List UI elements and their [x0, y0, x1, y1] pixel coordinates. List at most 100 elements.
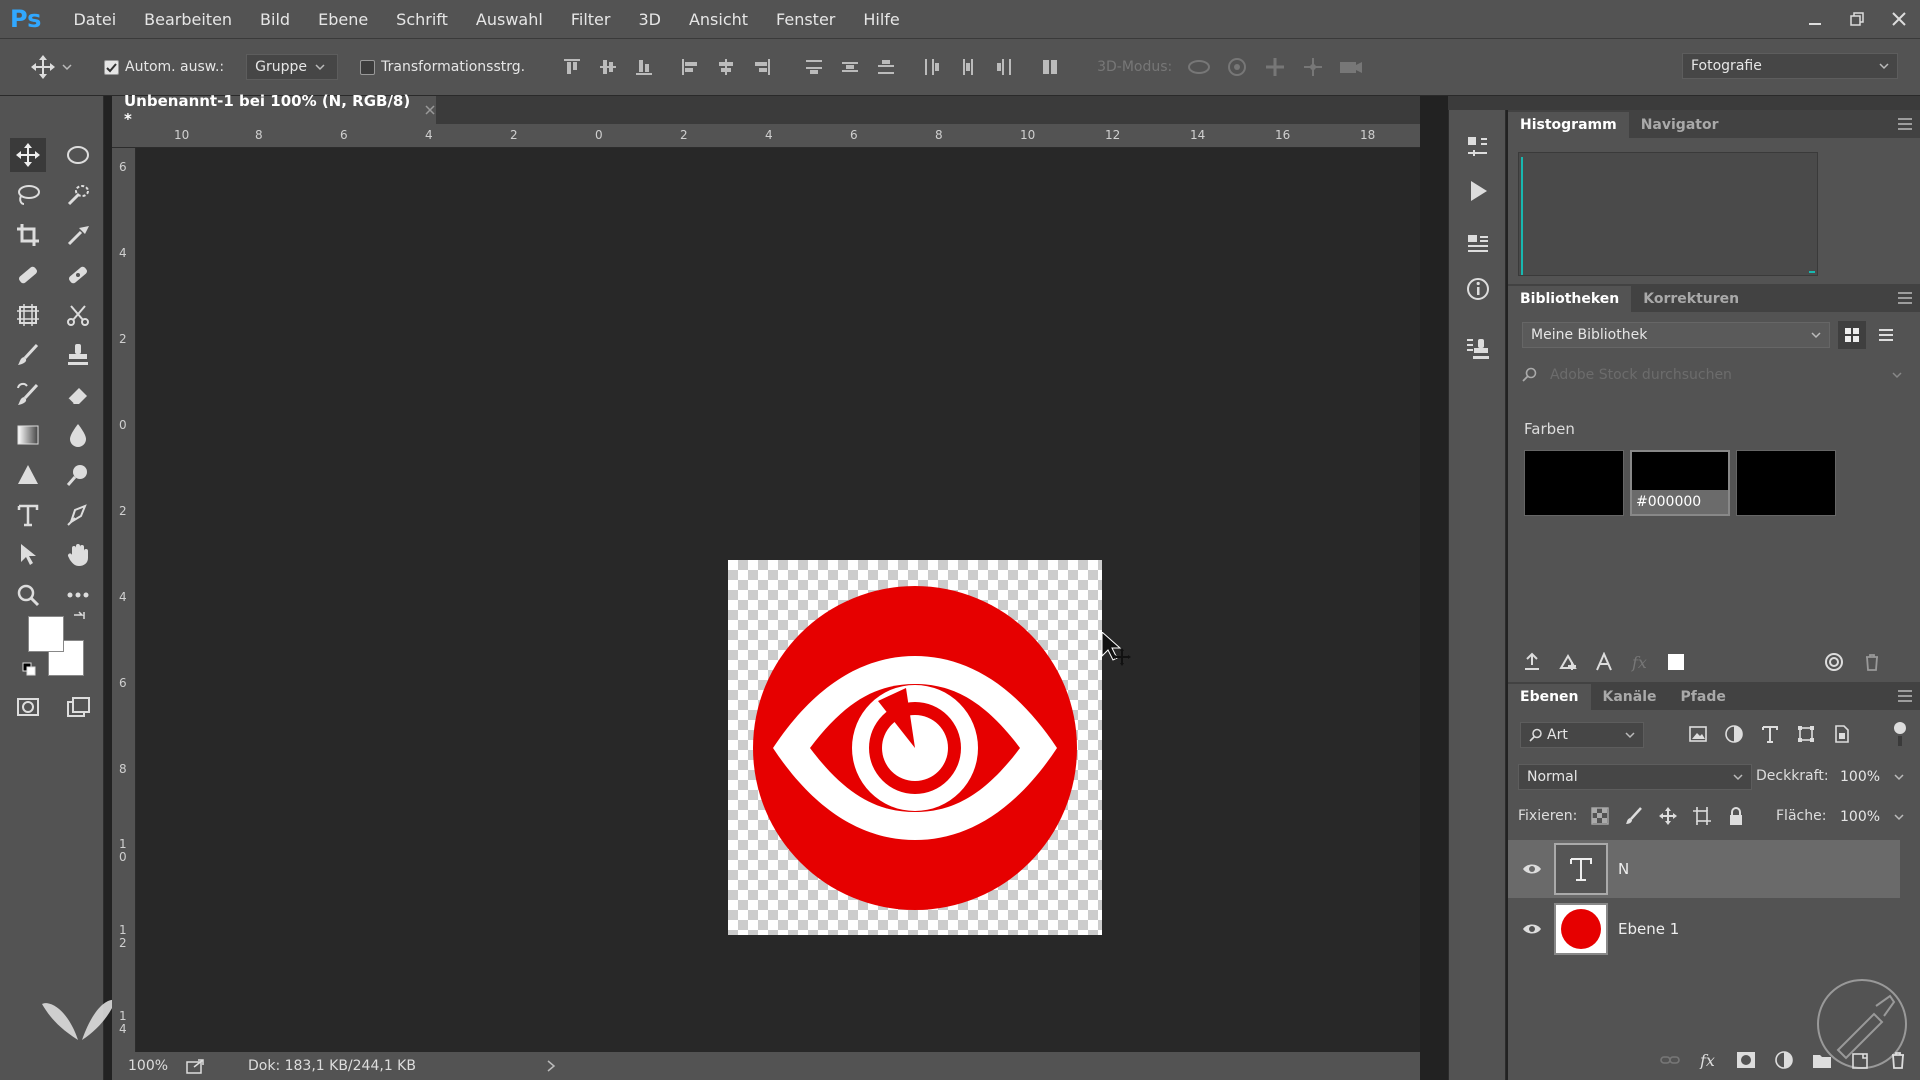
- menu-schrift[interactable]: Schrift: [382, 10, 462, 29]
- library-dropdown[interactable]: Meine Bibliothek: [1522, 322, 1830, 348]
- auto-select-dropdown[interactable]: Gruppe: [246, 54, 339, 80]
- opacity-field[interactable]: 100%: [1832, 764, 1912, 790]
- clone-source-panel-button[interactable]: [1461, 332, 1495, 366]
- chevron-right-icon[interactable]: [546, 1059, 556, 1073]
- library-search[interactable]: Adobe Stock durchsuchen: [1522, 362, 1912, 388]
- eraser-tool[interactable]: [60, 378, 96, 412]
- add-color-icon[interactable]: [1666, 652, 1686, 672]
- adjustment-layer-icon[interactable]: [1774, 1051, 1794, 1069]
- link-layers-icon[interactable]: [1660, 1052, 1680, 1068]
- history-panel-button[interactable]: [1461, 130, 1495, 164]
- document-canvas[interactable]: [728, 560, 1102, 935]
- smart-object-filter-icon[interactable]: [1832, 724, 1852, 744]
- 3d-slide-icon[interactable]: [1300, 56, 1326, 78]
- canvas-area[interactable]: [136, 148, 1420, 1052]
- lock-artboard-icon[interactable]: [1692, 806, 1712, 826]
- type-tool[interactable]: [10, 498, 46, 532]
- 3d-camera-icon[interactable]: [1338, 56, 1364, 78]
- cloud-sync-icon[interactable]: [1822, 652, 1846, 672]
- layer-visibility-toggle[interactable]: [1514, 922, 1550, 936]
- menu-hilfe[interactable]: Hilfe: [849, 10, 913, 29]
- delete-layer-icon[interactable]: [1888, 1051, 1908, 1069]
- layer-row-pixel[interactable]: Ebene 1: [1508, 900, 1900, 958]
- spot-healing-tool[interactable]: [10, 258, 46, 292]
- lock-transparency-icon[interactable]: [1590, 806, 1610, 826]
- align-vcenter-button[interactable]: [591, 57, 625, 77]
- tab-pfade[interactable]: Pfade: [1669, 684, 1738, 710]
- quick-mask-button[interactable]: [10, 690, 46, 724]
- zoom-level[interactable]: 100%: [128, 1058, 168, 1074]
- eyedropper-tool[interactable]: [60, 218, 96, 252]
- patch-tool[interactable]: [60, 258, 96, 292]
- align-hcenter-button[interactable]: [709, 57, 743, 77]
- layer-mask-icon[interactable]: [1736, 1051, 1756, 1069]
- document-tab[interactable]: Unbenannt-1 bei 100% (N, RGB/8) *: [112, 92, 436, 128]
- burn-tool[interactable]: [60, 458, 96, 492]
- swap-colors-icon[interactable]: [72, 610, 86, 624]
- tab-kanaele[interactable]: Kanäle: [1591, 684, 1669, 710]
- distribute-bottom-button[interactable]: [869, 57, 903, 77]
- color-swatch[interactable]: [1524, 450, 1624, 516]
- filter-toggle-switch[interactable]: [1894, 722, 1908, 746]
- minimize-button[interactable]: [1794, 0, 1836, 38]
- distribute-top-button[interactable]: [797, 57, 831, 77]
- pixel-layer-filter-icon[interactable]: [1688, 724, 1708, 744]
- elliptical-marquee-tool[interactable]: [60, 138, 96, 172]
- layer-fx-icon[interactable]: fx: [1698, 1051, 1718, 1069]
- info-panel-button[interactable]: [1461, 272, 1495, 306]
- align-bottom-button[interactable]: [627, 57, 661, 77]
- distribute-vcenter-button[interactable]: [833, 57, 867, 77]
- layer-name[interactable]: N: [1618, 860, 1629, 878]
- move-tool[interactable]: [10, 138, 46, 172]
- add-graphic-icon[interactable]: [1558, 652, 1578, 672]
- menu-3d[interactable]: 3D: [624, 10, 675, 29]
- new-group-icon[interactable]: [1812, 1051, 1832, 1069]
- character-style-icon[interactable]: [1594, 652, 1614, 672]
- restore-button[interactable]: [1836, 0, 1878, 38]
- menu-bearbeiten[interactable]: Bearbeiten: [130, 10, 246, 29]
- align-top-button[interactable]: [555, 57, 589, 77]
- hand-tool[interactable]: [60, 538, 96, 572]
- lasso-tool[interactable]: [10, 178, 46, 212]
- distribute-hcenter-button[interactable]: [951, 57, 985, 77]
- 3d-orbit-icon[interactable]: [1186, 56, 1212, 78]
- eye-logo-artwork[interactable]: [728, 560, 1102, 935]
- gradient-tool[interactable]: [10, 418, 46, 452]
- menu-filter[interactable]: Filter: [557, 10, 625, 29]
- trash-icon[interactable]: [1862, 652, 1882, 672]
- quick-selection-tool[interactable]: [60, 178, 96, 212]
- layer-filter-dropdown[interactable]: Art: [1520, 722, 1644, 748]
- list-view-button[interactable]: [1872, 321, 1900, 349]
- auto-select-checkbox[interactable]: [104, 59, 119, 75]
- panel-menu-icon[interactable]: [1898, 118, 1912, 130]
- auto-align-button[interactable]: [1033, 57, 1067, 77]
- menu-bild[interactable]: Bild: [246, 10, 304, 29]
- panel-menu-icon[interactable]: [1898, 292, 1912, 304]
- menu-auswahl[interactable]: Auswahl: [462, 10, 557, 29]
- layer-style-icon[interactable]: fx: [1630, 652, 1650, 672]
- brush-tool[interactable]: [10, 338, 46, 372]
- menu-ansicht[interactable]: Ansicht: [675, 10, 762, 29]
- color-swatch[interactable]: [1736, 450, 1836, 516]
- layer-row-text[interactable]: N: [1508, 840, 1900, 898]
- grid-view-button[interactable]: [1838, 321, 1866, 349]
- type-layer-filter-icon[interactable]: [1760, 724, 1780, 744]
- fill-field[interactable]: 100%: [1832, 804, 1912, 830]
- tab-korrekturen[interactable]: Korrekturen: [1631, 286, 1751, 312]
- layer-visibility-toggle[interactable]: [1514, 862, 1550, 876]
- transform-controls-checkbox[interactable]: [360, 59, 376, 75]
- pen-tool[interactable]: [60, 498, 96, 532]
- new-layer-icon[interactable]: [1850, 1051, 1870, 1069]
- close-tab-icon[interactable]: [424, 104, 436, 116]
- workspace-dropdown[interactable]: Fotografie: [1682, 53, 1898, 79]
- screen-mode-button[interactable]: [60, 690, 96, 724]
- lock-position-icon[interactable]: [1658, 806, 1678, 826]
- blur-tool[interactable]: [60, 418, 96, 452]
- tab-ebenen[interactable]: Ebenen: [1508, 684, 1591, 710]
- distribute-right-button[interactable]: [987, 57, 1021, 77]
- layer-name[interactable]: Ebene 1: [1618, 920, 1679, 938]
- panel-menu-icon[interactable]: [1898, 690, 1912, 702]
- menu-ebene[interactable]: Ebene: [304, 10, 382, 29]
- content-aware-move-tool[interactable]: [10, 298, 46, 332]
- zoom-tool[interactable]: [10, 578, 46, 612]
